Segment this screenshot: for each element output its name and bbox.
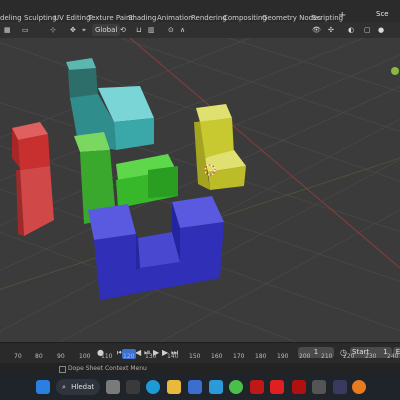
windows-taskbar: ⌕ Hledat bbox=[0, 374, 400, 400]
youtube-icon[interactable] bbox=[270, 380, 284, 394]
transform-orientation-dropdown[interactable]: Global bbox=[92, 24, 121, 36]
move-icon[interactable]: ✥ bbox=[70, 24, 76, 36]
frame-tick: 140 bbox=[167, 353, 179, 360]
folder-icon[interactable] bbox=[167, 380, 181, 394]
view-menu-icon[interactable]: ▭ bbox=[22, 24, 29, 36]
frame-tick: 190 bbox=[277, 353, 289, 360]
edge-icon[interactable] bbox=[146, 380, 160, 394]
frame-tick: 160 bbox=[211, 353, 223, 360]
frame-tick: 120 bbox=[123, 353, 135, 360]
shading-solid-icon[interactable]: ● bbox=[378, 24, 384, 36]
frame-tick: 130 bbox=[145, 353, 157, 360]
magnet-icon[interactable]: ⊔ bbox=[136, 24, 141, 36]
viewport-canvas[interactable] bbox=[0, 38, 400, 342]
frame-tick: 230 bbox=[365, 353, 377, 360]
task-view-icon[interactable] bbox=[106, 380, 120, 394]
netflix-icon[interactable] bbox=[292, 380, 306, 394]
gizmo-icon[interactable]: ✣ bbox=[328, 24, 334, 36]
circle-dot-icon[interactable]: ⊙ bbox=[168, 24, 174, 36]
app3-icon[interactable] bbox=[333, 380, 347, 394]
frame-tick: 70 bbox=[14, 353, 22, 360]
xray-icon[interactable]: ▢ bbox=[364, 24, 371, 36]
taskbar-search[interactable]: ⌕ Hledat bbox=[56, 379, 100, 395]
frame-tick: 240 bbox=[387, 353, 399, 360]
windows-start-icon[interactable] bbox=[36, 380, 50, 394]
visibility-icon[interactable]: 👁 bbox=[312, 24, 321, 36]
app2-icon[interactable] bbox=[312, 380, 326, 394]
tools-icon[interactable] bbox=[209, 380, 223, 394]
frame-tick: 210 bbox=[321, 353, 333, 360]
frame-tick: 150 bbox=[189, 353, 201, 360]
viewport-header: ▦ ▭ ⊹ ✥ ⌖ Global ⟲ ⊔ ▥ ⊙ ∧ 👁 ✣ ◐ ▢ ● bbox=[0, 22, 400, 38]
blender-icon[interactable] bbox=[352, 380, 366, 394]
overlay-icon[interactable]: ◐ bbox=[348, 24, 354, 36]
cursor-icon[interactable]: ⊹ bbox=[50, 24, 56, 36]
snap-grid-icon[interactable]: ▥ bbox=[148, 24, 155, 36]
frame-tick: 90 bbox=[57, 353, 65, 360]
object-mode-icon[interactable]: ▦ bbox=[4, 24, 11, 36]
3d-viewport[interactable] bbox=[0, 38, 400, 342]
add-workspace-button[interactable]: + bbox=[338, 10, 346, 21]
search-placeholder: Hledat bbox=[71, 383, 95, 391]
app-icon[interactable] bbox=[126, 380, 140, 394]
frame-tick: 200 bbox=[299, 353, 311, 360]
store-icon[interactable] bbox=[188, 380, 202, 394]
chrome-icon[interactable] bbox=[229, 380, 243, 394]
status-bar: Dope Sheet Context Menu bbox=[0, 363, 400, 374]
navigation-gizmo[interactable] bbox=[391, 67, 399, 75]
mouse-icon bbox=[59, 366, 66, 373]
frame-tick: 100 bbox=[79, 353, 91, 360]
mcafee-icon[interactable] bbox=[250, 380, 264, 394]
axis-icon: ⌖ bbox=[82, 26, 86, 34]
frame-tick: 220 bbox=[343, 353, 355, 360]
graph-icon[interactable]: ∧ bbox=[180, 24, 185, 36]
red-block[interactable] bbox=[12, 122, 54, 236]
frame-tick: 80 bbox=[35, 353, 43, 360]
search-icon: ⌕ bbox=[62, 383, 66, 391]
frame-tick: 110 bbox=[101, 353, 113, 360]
frame-tick: 180 bbox=[255, 353, 267, 360]
pivot-icon[interactable]: ⟲ bbox=[120, 24, 126, 36]
status-hint: Dope Sheet Context Menu bbox=[68, 365, 147, 372]
frame-tick: 170 bbox=[233, 353, 245, 360]
scene-selector[interactable]: Sce bbox=[376, 10, 389, 18]
